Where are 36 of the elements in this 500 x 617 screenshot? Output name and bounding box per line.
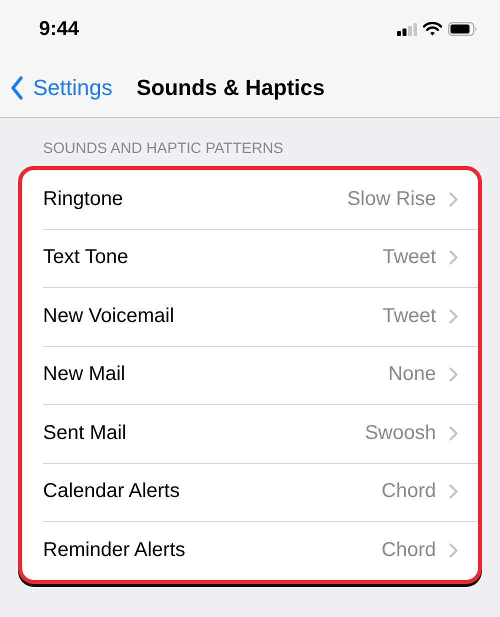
chevron-right-icon (449, 484, 458, 500)
chevron-right-icon (449, 542, 458, 558)
chevron-left-icon (10, 76, 24, 100)
row-value: Chord (382, 480, 436, 504)
signal-icon (397, 22, 417, 36)
settings-row[interactable]: Reminder Alerts Chord (22, 521, 478, 580)
row-label: New Mail (43, 363, 126, 386)
row-value: None (388, 363, 436, 386)
row-label: Text Tone (43, 246, 130, 270)
battery-icon (448, 22, 478, 36)
row-value: Swoosh (364, 422, 436, 445)
row-value: Tweet (382, 304, 436, 328)
row-value: Slow Rise (347, 188, 436, 211)
row-label: Sent Mail (43, 422, 128, 445)
chevron-right-icon (449, 308, 458, 324)
page-title: Sounds & Haptics (136, 74, 325, 100)
row-value: Chord (382, 538, 436, 562)
row-label: New Voicemail (43, 304, 176, 328)
settings-row[interactable]: New Voicemail Tweet (22, 287, 478, 346)
settings-row[interactable]: Sent Mail Swoosh (22, 404, 478, 462)
chevron-right-icon (449, 426, 458, 441)
back-button[interactable]: Settings (10, 74, 112, 100)
settings-row[interactable]: Text Tone Tweet (22, 228, 478, 287)
settings-row[interactable]: Ringtone Slow Rise (22, 170, 478, 228)
chevron-right-icon (449, 250, 458, 266)
chevron-right-icon (449, 192, 458, 207)
row-value: Tweet (382, 246, 436, 270)
row-label: Ringtone (43, 188, 124, 211)
row-label: Calendar Alerts (43, 480, 181, 504)
row-label: Reminder Alerts (43, 538, 186, 562)
section-header: SOUNDS AND HAPTIC PATTERNS (42, 140, 284, 157)
settings-row[interactable]: New Mail None (22, 346, 478, 404)
settings-row[interactable]: Calendar Alerts Chord (22, 462, 478, 521)
status-time: 9:44 (39, 18, 80, 40)
wifi-icon (423, 22, 442, 36)
chevron-right-icon (449, 367, 458, 382)
